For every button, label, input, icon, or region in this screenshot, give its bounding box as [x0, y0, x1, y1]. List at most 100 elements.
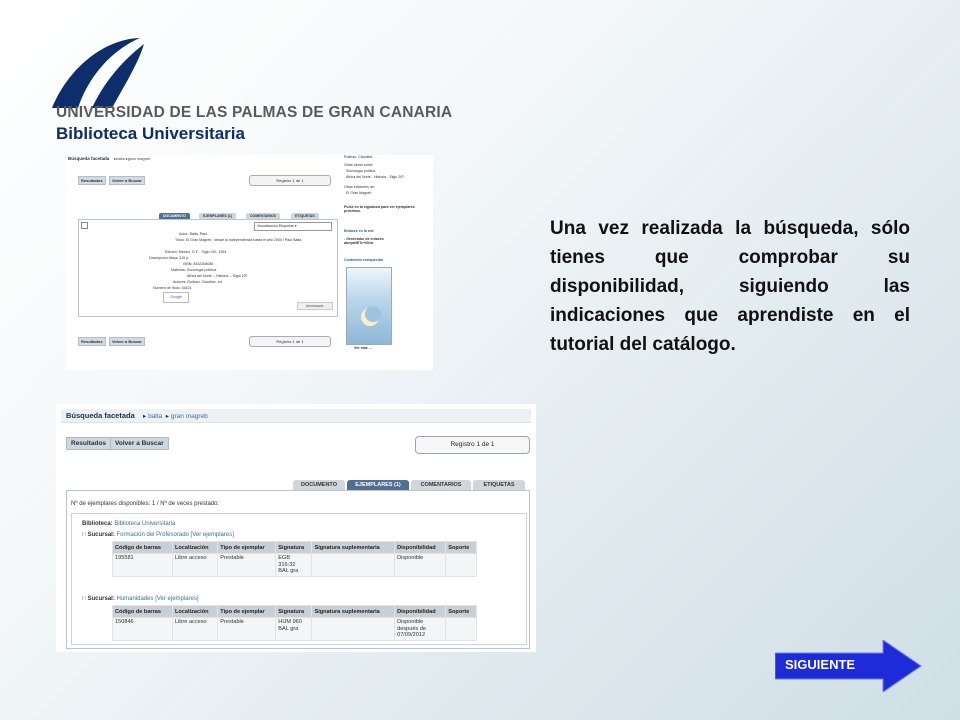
- google-books-button[interactable]: Google: [163, 292, 189, 303]
- copies-count: Nº de ejemplares disponibles: 1 / Nº de …: [71, 501, 220, 507]
- availability-cell: Disponible: [394, 553, 447, 577]
- barcode-cell: 195581: [112, 553, 173, 577]
- side-item[interactable]: Sociología política.: [346, 169, 376, 173]
- view-select[interactable]: Visualización Etiquetas ▾: [254, 222, 332, 231]
- location-cell: Libre acceso: [171, 553, 219, 577]
- document-view: Búsqueda facetada ▸balta ▸gran magreb Re…: [66, 155, 338, 370]
- column-header: Soporte: [445, 605, 477, 618]
- copies-table: Código de barras Localización Tipo de ej…: [112, 541, 477, 577]
- column-header: Código de barras: [112, 605, 173, 618]
- column-header: Signatura suplementaria: [311, 605, 396, 618]
- table-row: 195581 Libre acceso Prestable EGB 316:32…: [112, 553, 477, 577]
- availability-cell: Disponible después de 07/09/2012: [394, 617, 447, 641]
- location-cell: Libre acceso: [171, 617, 219, 641]
- field-line: Autores: Rulleau, Claudine, ed.: [173, 280, 223, 284]
- column-header: Tipo de ejemplar: [217, 605, 277, 618]
- side-item: Otras obras sobre: [344, 163, 373, 167]
- call-number-cell: HUM 960 BAL gra: [275, 617, 313, 641]
- back-to-search-button[interactable]: Volver a Buscar: [110, 437, 169, 450]
- table-header-row: Código de barras Localización Tipo de ej…: [112, 605, 477, 618]
- column-header: Localización: [171, 541, 219, 554]
- copies-panel: Nº de ejemplares disponibles: 1 / Nº de …: [66, 490, 530, 649]
- branch-line: ∷ Sucursal: Humanidades [Ver ejemplares]: [82, 596, 199, 602]
- field-line: Número de título: 54424: [153, 286, 192, 290]
- type-cell: Prestable: [217, 617, 277, 641]
- column-header: Tipo de ejemplar: [217, 541, 277, 554]
- university-logo: UNIVERSIDAD DE LAS PALMAS DE GRAN CANARI…: [48, 34, 452, 144]
- view-copies-link[interactable]: [Ver ejemplares]: [155, 596, 198, 602]
- library-name: Biblioteca Universitaria: [56, 124, 245, 143]
- side-item[interactable]: - Generador de enlaces abeyaNETc+I/link: [344, 237, 414, 245]
- university-name: UNIVERSIDAD DE LAS PALMAS DE GRAN CANARI…: [56, 104, 453, 121]
- field-line: Descripción física: 315 p.: [149, 256, 190, 260]
- side-panel: Rulleau, Claudine, Otras obras sobre Soc…: [342, 155, 433, 370]
- library-line: Biblioteca: Biblioteca Universitaria: [82, 521, 176, 527]
- see-more-link[interactable]: Ver más ...: [354, 346, 372, 350]
- results-button[interactable]: Resultados: [78, 176, 106, 185]
- record-counter: Registro 1 de 1: [249, 175, 331, 186]
- supplementary-cell: [311, 553, 396, 577]
- crumb-item: ▸balta ▸gran magreb: [114, 156, 151, 161]
- side-item[interactable]: África del Norte - Historia - Siglo 20º.: [346, 175, 405, 179]
- crumb-balta[interactable]: balta: [148, 413, 162, 420]
- next-button-label: SIGUIENTE: [785, 657, 856, 672]
- library-box: Biblioteca: Biblioteca Universitaria ∷ S…: [71, 513, 527, 645]
- field-line: África del Norte -- Historia -- Siglo 20…: [187, 274, 249, 278]
- record-counter: Registro 1 de 1: [249, 336, 331, 347]
- column-header: Soporte: [445, 541, 477, 554]
- column-header: Signatura: [275, 541, 313, 554]
- crumb-title: Búsqueda facetada: [68, 156, 110, 161]
- support-cell: [445, 617, 477, 641]
- bookmark-button[interactable]: BOOKMARK: [297, 302, 333, 310]
- column-header: Código de barras: [112, 541, 173, 554]
- tab-comments[interactable]: COMENTARIOS: [411, 480, 471, 490]
- book-cover-image[interactable]: [346, 267, 392, 345]
- catalog-screenshot-copies: Búsqueda facetada ▸ balta ▸ gran magreb …: [56, 404, 536, 652]
- branch-line: ∷ Sucursal: Formación del Profesorado [V…: [82, 532, 234, 538]
- results-button[interactable]: Resultados: [78, 337, 106, 346]
- type-cell: Prestable: [217, 553, 277, 577]
- field-line: Materias: Sociología política.: [171, 268, 217, 272]
- select-checkbox[interactable]: [81, 222, 88, 229]
- logo-swoosh-icon: [52, 38, 144, 108]
- branch-link[interactable]: Humanidades: [117, 596, 154, 602]
- column-header: Disponibilidad: [394, 605, 447, 618]
- results-button[interactable]: Resultados: [66, 437, 112, 450]
- side-item[interactable]: El Gran Magreb: [346, 191, 371, 195]
- field-line: Título: El Gran Magreb : desde la indepe…: [175, 238, 302, 242]
- record-counter: Registro 1 de 1: [415, 436, 530, 454]
- barcode-cell: 150846: [112, 617, 173, 641]
- breadcrumb: Búsqueda facetada ▸ balta ▸ gran magreb: [61, 409, 531, 423]
- next-button[interactable]: SIGUIENTE: [775, 640, 923, 692]
- crumb-items: ▸ balta ▸ gran magreb: [143, 413, 208, 420]
- document-panel: Visualización Etiquetas ▾ Autor: Balta, …: [78, 219, 338, 317]
- catalog-screenshot-document: Búsqueda facetada ▸balta ▸gran magreb Re…: [66, 155, 433, 370]
- tab-copies[interactable]: EJEMPLARES (1): [347, 480, 409, 490]
- side-item: Pulse en la signatura para ver ejemplare…: [344, 205, 415, 213]
- tab-document[interactable]: DOCUMENTO: [293, 480, 345, 490]
- crumb-title: Búsqueda facetada: [66, 411, 135, 420]
- field-line: ISBN: 8432308088: [183, 262, 214, 266]
- view-copies-link[interactable]: [Ver ejemplares]: [191, 532, 234, 538]
- supplementary-cell: [311, 617, 396, 641]
- call-number-cell: EGB 316:32 BAL gra: [275, 553, 313, 577]
- side-item: Enlaces en la red:: [344, 229, 375, 233]
- side-item: Rulleau, Claudine,: [344, 155, 374, 159]
- back-to-search-button[interactable]: Volver a Buscar: [109, 337, 145, 346]
- tab-tags[interactable]: ETIQUETAS: [473, 480, 525, 490]
- table-row: 150846 Libre acceso Prestable HUM 960 BA…: [112, 617, 477, 641]
- field-line: Edición: Mexico, D.F. : Siglo XXI, 1994.: [165, 250, 228, 254]
- library-link[interactable]: Biblioteca Universitaria: [114, 521, 175, 527]
- column-header: Signatura suplementaria: [311, 541, 396, 554]
- support-cell: [445, 553, 477, 577]
- column-header: Signatura: [275, 605, 313, 618]
- moon-shadow: [365, 306, 381, 322]
- side-item: Contenido enriquecido: [344, 258, 384, 262]
- back-to-search-button[interactable]: Volver a Buscar: [109, 176, 145, 185]
- crumb-gran-magreb[interactable]: gran magreb: [171, 413, 208, 420]
- table-header-row: Código de barras Localización Tipo de ej…: [112, 541, 477, 554]
- instruction-text: Una vez realizada la búsqueda, sólo tien…: [550, 218, 910, 355]
- branch-link[interactable]: Formación del Profesorado: [117, 532, 189, 538]
- column-header: Disponibilidad: [394, 541, 447, 554]
- field-line: Autor: Balta, Paul.: [179, 232, 208, 236]
